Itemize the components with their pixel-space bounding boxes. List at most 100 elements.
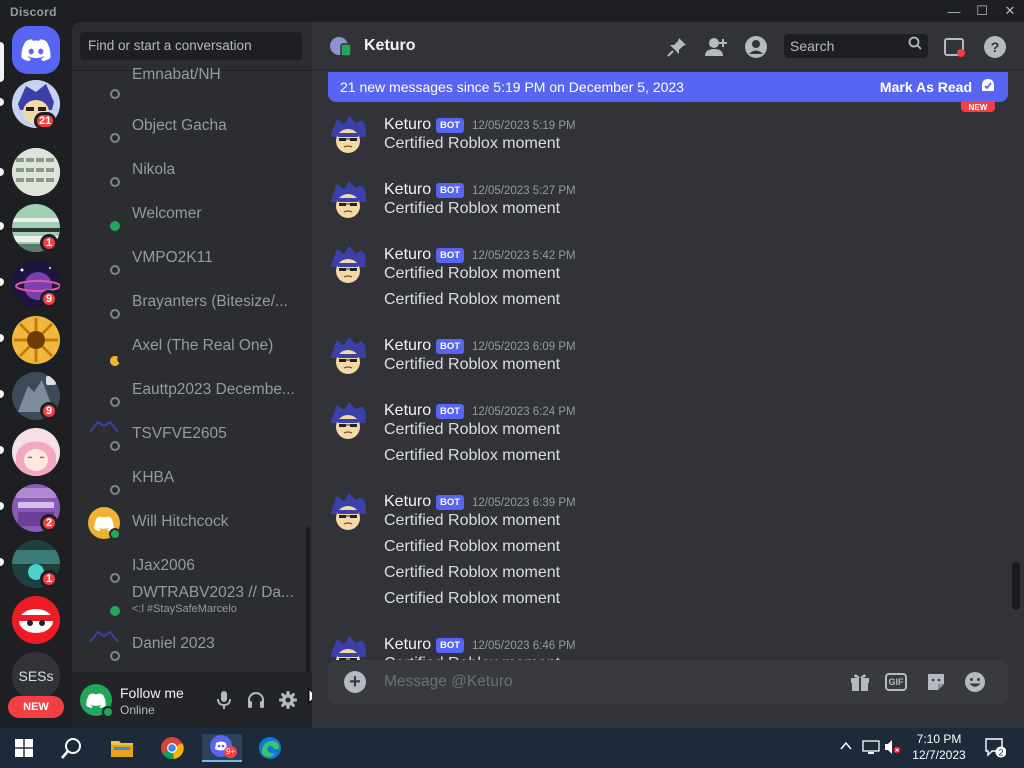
notification-center-icon[interactable]: 2 [984, 736, 1007, 761]
author-name[interactable]: Keturo [384, 337, 431, 355]
windows-start-icon[interactable] [6, 734, 42, 762]
mark-read-icon [980, 77, 996, 97]
status-online-icon [110, 221, 120, 231]
status-offline-icon [110, 309, 120, 319]
bot-badge: BOT [436, 404, 465, 419]
chat-search-input[interactable]: Search [784, 34, 928, 58]
author-avatar[interactable] [328, 635, 368, 660]
message-timestamp[interactable]: 12/05/2023 5:42 PM [472, 250, 576, 262]
message-composer: + GIF [328, 660, 1008, 704]
message-timestamp[interactable]: 12/05/2023 5:27 PM [472, 185, 576, 197]
bot-badge: BOT [436, 183, 465, 198]
dm-name: Object Gacha [132, 117, 227, 134]
author-name[interactable]: Keturo [384, 636, 431, 654]
dm-item[interactable]: VMPO2K11 [80, 238, 304, 280]
dm-item[interactable]: IJax2006 [80, 546, 304, 588]
author-avatar[interactable] [328, 401, 368, 441]
new-messages-bar[interactable]: 21 new messages since 5:19 PM on Decembe… [328, 72, 1008, 102]
discord-logo-icon [21, 39, 51, 61]
author-avatar[interactable] [328, 492, 368, 532]
server-sess[interactable]: SESs [12, 652, 60, 700]
message-timestamp[interactable]: 12/05/2023 6:46 PM [472, 640, 576, 652]
status-online-icon [102, 706, 114, 718]
inbox-icon[interactable] [942, 34, 968, 60]
author-avatar[interactable] [328, 180, 368, 220]
upload-plus-icon[interactable]: + [344, 671, 366, 693]
mark-as-read-button[interactable]: Mark As Read [880, 79, 972, 95]
author-name[interactable]: Keturo [384, 246, 431, 264]
message-group[interactable]: Keturo BOT 12/05/2023 5:19 PM Certified Rob… [312, 113, 1012, 161]
dm-header-avatar [330, 36, 352, 57]
file-explorer-icon[interactable] [104, 734, 140, 762]
system-clock[interactable]: 7:10 PM 12/7/2023 [900, 731, 978, 763]
microphone-icon[interactable] [212, 688, 236, 712]
find-conversation-button[interactable]: Find or start a conversation [80, 32, 302, 60]
author-name[interactable]: Keturo [384, 116, 431, 134]
unread-badge: 1 [40, 570, 58, 588]
dm-item[interactable]: TSVFVE2605 [80, 414, 304, 456]
add-friend-to-dm-icon[interactable] [703, 34, 729, 60]
dm-item[interactable]: Welcomer [80, 194, 304, 236]
edge-icon[interactable] [252, 734, 288, 762]
message-group[interactable]: Keturo BOT 12/05/2023 6:24 PM Certified Rob… [312, 399, 1012, 473]
avatar [88, 629, 120, 643]
message-timestamp[interactable]: 12/05/2023 6:39 PM [472, 497, 576, 509]
dm-scrollbar[interactable] [306, 527, 310, 677]
message-timestamp[interactable]: 12/05/2023 6:09 PM [472, 341, 576, 353]
clock-date: 12/7/2023 [912, 748, 966, 762]
avatar [88, 419, 120, 433]
user-profile-icon[interactable] [743, 34, 769, 60]
dm-name: KHBA [132, 469, 175, 486]
server-grid[interactable] [12, 148, 60, 196]
settings-gear-icon[interactable] [276, 688, 300, 712]
author-avatar[interactable] [328, 115, 368, 155]
dm-item[interactable]: Eauttp2023 Decembe... [80, 370, 304, 412]
username: Follow me [120, 685, 184, 701]
help-icon[interactable]: ? [982, 34, 1008, 60]
dm-item[interactable]: Brayanters (Bitesize/... [80, 282, 304, 324]
server-red[interactable] [12, 596, 60, 644]
dm-item[interactable]: Object Gacha [80, 106, 304, 148]
message-timestamp[interactable]: 12/05/2023 5:19 PM [472, 120, 576, 132]
message-group[interactable]: KeturoBOT12/05/2023 6:46 PMCertified Rob… [312, 633, 1012, 660]
author-avatar[interactable] [328, 245, 368, 285]
pinned-messages-icon[interactable] [664, 34, 690, 60]
discord-home-button[interactable] [12, 26, 60, 74]
dm-item[interactable]: Emnabat/NH [80, 62, 304, 104]
discord-taskbar-icon[interactable]: 9+ [202, 734, 242, 762]
chat-scrollbar[interactable] [1012, 562, 1020, 610]
author-name[interactable]: Keturo [384, 493, 431, 511]
app-title: Discord [10, 5, 57, 19]
new-unreads-pill[interactable]: NEW [8, 696, 64, 718]
author-name[interactable]: Keturo [384, 402, 431, 420]
gift-icon[interactable] [848, 670, 872, 694]
author-avatar[interactable] [328, 336, 368, 376]
message-group[interactable]: Keturo BOT 12/05/2023 6:09 PM Certified Rob… [312, 334, 1012, 382]
close-button[interactable]: ✕ [996, 0, 1024, 22]
emoji-icon[interactable] [963, 670, 987, 694]
message-group[interactable]: Keturo BOT 12/05/2023 5:42 PM Certified Rob… [312, 243, 1012, 317]
server-anime[interactable] [12, 428, 60, 476]
dm-item[interactable]: Will Hitchcock [80, 502, 304, 544]
dm-item[interactable]: Daniel 2023 [80, 624, 304, 666]
network-icon[interactable] [862, 739, 880, 758]
message-group[interactable]: Keturo BOT 12/05/2023 5:27 PM Certified Rob… [312, 178, 1012, 226]
dm-item[interactable]: Nikola [80, 150, 304, 192]
sticker-icon[interactable] [924, 670, 948, 694]
dm-item[interactable]: DWTRABV2023 // Da... <:l #StaySafeMarcel… [80, 584, 304, 626]
maximize-button[interactable]: ☐ [968, 0, 996, 22]
message-timestamp[interactable]: 12/05/2023 6:24 PM [472, 406, 576, 418]
tray-overflow-chevron-icon[interactable] [840, 739, 852, 754]
taskbar-search-icon[interactable] [54, 734, 90, 762]
message-input[interactable] [384, 667, 784, 697]
dm-item[interactable]: KHBA [80, 458, 304, 500]
minimize-button[interactable]: — [940, 0, 968, 22]
message-text: Certified Roblox moment [384, 356, 561, 373]
dm-item[interactable]: Axel (The Real One) [80, 326, 304, 368]
server-sunflower[interactable] [12, 316, 60, 364]
gif-button[interactable]: GIF [885, 673, 907, 691]
headphones-icon[interactable] [244, 688, 268, 712]
message-group[interactable]: Keturo BOT 12/05/2023 6:39 PM Certified Rob… [312, 490, 1012, 616]
author-name[interactable]: Keturo [384, 181, 431, 199]
chrome-icon[interactable] [154, 734, 190, 762]
